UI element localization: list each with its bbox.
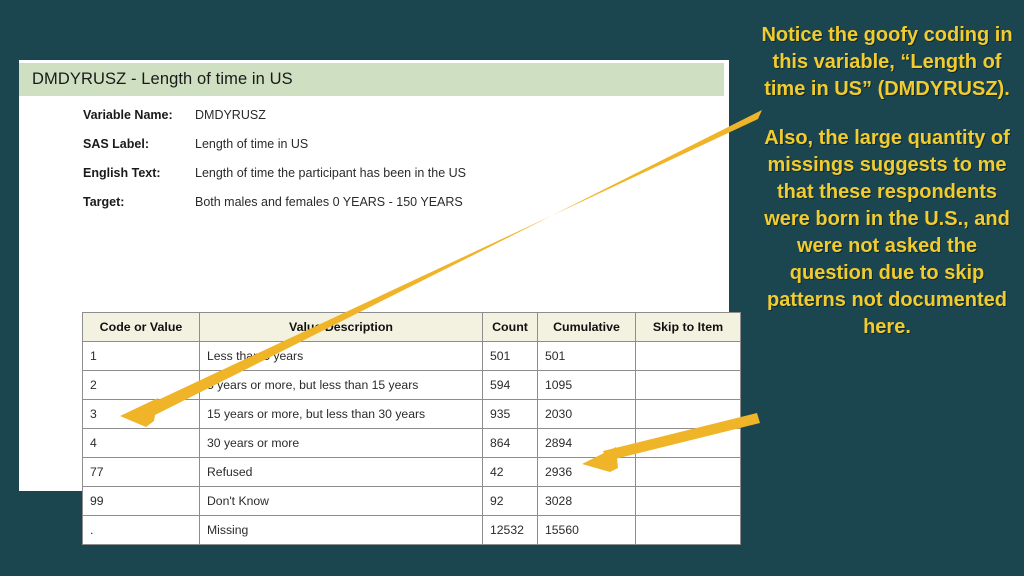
cell-count: 935 [482, 399, 538, 429]
cell-description: 15 years or more, but less than 30 years [199, 399, 483, 429]
cell-description: 30 years or more [199, 428, 483, 458]
cell-skip [635, 515, 741, 545]
cell-skip [635, 370, 741, 400]
cell-cumulative: 2936 [537, 457, 636, 487]
cell-description: Less than 5 years [199, 341, 483, 371]
table-row: 1 Less than 5 years 501 501 [82, 341, 741, 371]
column-header-skip-to-item: Skip to Item [635, 312, 741, 342]
cell-skip [635, 457, 741, 487]
cell-skip [635, 428, 741, 458]
cell-cumulative: 2030 [537, 399, 636, 429]
cell-count: 12532 [482, 515, 538, 545]
cell-count: 864 [482, 428, 538, 458]
cell-count: 594 [482, 370, 538, 400]
cell-cumulative: 501 [537, 341, 636, 371]
meta-label: English Text: [83, 166, 161, 180]
cell-skip [635, 399, 741, 429]
cell-cumulative: 1095 [537, 370, 636, 400]
cell-code: 99 [82, 486, 200, 516]
codebook-table: Code or Value Value Description Count Cu… [82, 312, 741, 545]
column-header-cumulative: Cumulative [537, 312, 636, 342]
cell-count: 92 [482, 486, 538, 516]
table-header-row: Code or Value Value Description Count Cu… [82, 312, 741, 342]
cell-count: 501 [482, 341, 538, 371]
codebook-document-panel: DMDYRUSZ - Length of time in US Variable… [19, 60, 741, 545]
meta-value: Length of time the participant has been … [195, 166, 467, 180]
cell-code: 4 [82, 428, 200, 458]
annotation-paragraph-2: Also, the large quantity of missings sug… [764, 127, 1010, 338]
variable-metadata-list: Variable Name: DMDYRUSZ SAS Label: Lengt… [83, 108, 703, 224]
column-header-code-or-value: Code or Value [82, 312, 200, 342]
cell-description: Don't Know [199, 486, 483, 516]
cell-code: 3 [82, 399, 200, 429]
cell-cumulative: 3028 [537, 486, 636, 516]
meta-row-variable-name: Variable Name: DMDYRUSZ [83, 108, 703, 137]
table-row: 99 Don't Know 92 3028 [82, 486, 741, 516]
annotation-paragraph-1: Notice the goofy coding in this variable… [761, 24, 1013, 100]
table-row: 4 30 years or more 864 2894 [82, 428, 741, 458]
meta-value: Both males and females 0 YEARS - 150 YEA… [195, 195, 463, 209]
cell-code: 1 [82, 341, 200, 371]
meta-value: DMDYRUSZ [195, 108, 266, 122]
cell-code: 2 [82, 370, 200, 400]
table-row: . Missing 12532 15560 [82, 515, 741, 545]
cell-cumulative: 2894 [537, 428, 636, 458]
meta-row-target: Target: Both males and females 0 YEARS -… [83, 195, 703, 224]
cell-description: 5 years or more, but less than 15 years [199, 370, 483, 400]
cell-skip [635, 341, 741, 371]
table-row: 2 5 years or more, but less than 15 year… [82, 370, 741, 400]
meta-label: SAS Label: [83, 137, 149, 151]
meta-value: Length of time in US [195, 137, 309, 151]
cell-cumulative: 15560 [537, 515, 636, 545]
cell-description: Missing [199, 515, 483, 545]
table-row: 3 15 years or more, but less than 30 yea… [82, 399, 741, 429]
cell-code: . [82, 515, 200, 545]
annotation-notes: Notice the goofy coding in this variable… [757, 22, 1017, 341]
document-header-bar: DMDYRUSZ - Length of time in US [19, 63, 724, 96]
meta-row-english-text: English Text: Length of time the partici… [83, 166, 703, 195]
cell-skip [635, 486, 741, 516]
meta-label: Variable Name: [83, 108, 173, 122]
slide-canvas: DMDYRUSZ - Length of time in US Variable… [0, 0, 1024, 576]
cell-count: 42 [482, 457, 538, 487]
cell-code: 77 [82, 457, 200, 487]
cell-description: Refused [199, 457, 483, 487]
table-row: 77 Refused 42 2936 [82, 457, 741, 487]
column-header-value-description: Value Description [199, 312, 483, 342]
meta-row-sas-label: SAS Label: Length of time in US [83, 137, 703, 166]
column-header-count: Count [482, 312, 538, 342]
meta-label: Target: [83, 195, 125, 209]
page-title: DMDYRUSZ - Length of time in US [32, 70, 293, 88]
